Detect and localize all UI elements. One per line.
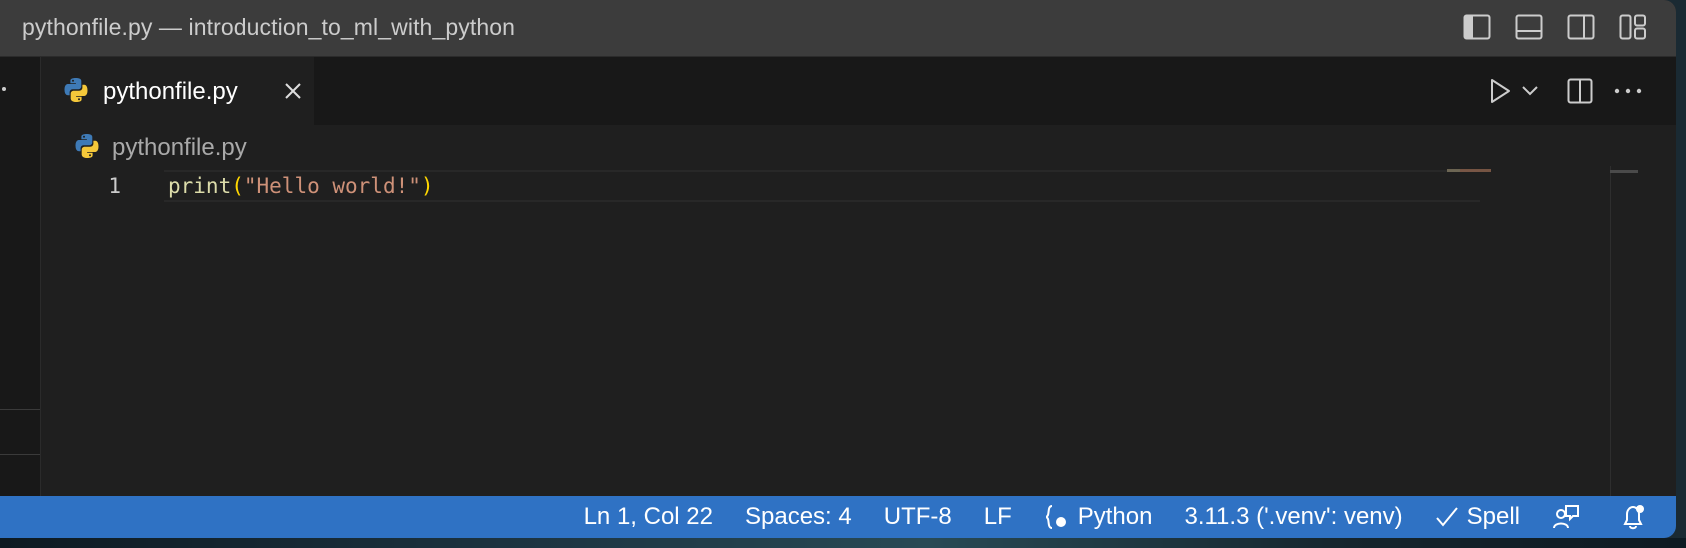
code-line[interactable]: print("Hello world!") xyxy=(168,174,434,198)
indentation[interactable]: Spaces: 4 xyxy=(745,503,852,531)
divider xyxy=(0,454,40,455)
python-file-icon xyxy=(74,133,100,164)
line-number: 1 xyxy=(108,174,121,198)
braces-icon xyxy=(1045,505,1066,529)
breadcrumb[interactable]: pythonfile.py xyxy=(74,130,247,166)
sidebar-more-dot[interactable] xyxy=(2,87,6,91)
status-bar: Ln 1, Col 22 Spaces: 4 UTF-8 LF Python 3… xyxy=(0,496,1676,538)
window-title: pythonfile.py — introduction_to_ml_with_… xyxy=(22,14,516,40)
code-string-token: "Hello world!" xyxy=(243,174,421,198)
code-function-token: print xyxy=(168,174,232,198)
spell-check[interactable]: Spell xyxy=(1435,503,1520,531)
code-paren-token: ) xyxy=(420,174,434,198)
divider xyxy=(0,409,40,410)
run-icon[interactable] xyxy=(1482,73,1518,109)
toggle-secondary-sidebar-icon[interactable] xyxy=(1566,12,1596,42)
check-icon xyxy=(1435,507,1458,527)
encoding[interactable]: UTF-8 xyxy=(884,503,952,531)
tab-label: pythonfile.py xyxy=(103,78,238,105)
minimap[interactable] xyxy=(1447,169,1491,172)
close-icon[interactable] xyxy=(279,77,307,105)
cursor-position[interactable]: Ln 1, Col 22 xyxy=(584,503,713,531)
breadcrumb-label: pythonfile.py xyxy=(112,134,247,161)
language-label: Python xyxy=(1077,503,1153,530)
editor-actions xyxy=(1482,73,1646,109)
notifications-bell-icon[interactable] xyxy=(1620,504,1654,530)
more-actions-icon[interactable] xyxy=(1610,73,1646,109)
toggle-primary-sidebar-icon[interactable] xyxy=(1462,12,1492,42)
language-mode[interactable]: Python xyxy=(1044,503,1153,531)
feedback-icon[interactable] xyxy=(1552,504,1588,530)
python-file-icon xyxy=(63,77,89,108)
chevron-down-icon[interactable] xyxy=(1518,73,1542,109)
scrollbar-thumb[interactable] xyxy=(1610,170,1638,173)
code-editor[interactable]: 1 print("Hello world!") xyxy=(41,166,1651,496)
python-interpreter[interactable]: 3.11.3 ('.venv': venv) xyxy=(1184,503,1402,531)
end-of-line[interactable]: LF xyxy=(984,503,1012,531)
sidebar-edge xyxy=(0,57,41,496)
split-editor-icon[interactable] xyxy=(1562,73,1598,109)
desktop-background xyxy=(0,538,1686,548)
code-paren-token: ( xyxy=(231,174,244,198)
scrollbar-track[interactable] xyxy=(1610,166,1611,496)
tab-pythonfile[interactable]: pythonfile.py xyxy=(41,57,314,125)
tab-bar: pythonfile.py xyxy=(41,57,1676,125)
toggle-panel-icon[interactable] xyxy=(1514,12,1544,42)
title-bar: pythonfile.py — introduction_to_ml_with_… xyxy=(0,0,1676,57)
customize-layout-icon[interactable] xyxy=(1618,12,1648,42)
layout-controls xyxy=(1462,12,1648,42)
vscode-window: pythonfile.py — introduction_to_ml_with_… xyxy=(0,0,1676,538)
spell-label: Spell xyxy=(1466,503,1520,530)
